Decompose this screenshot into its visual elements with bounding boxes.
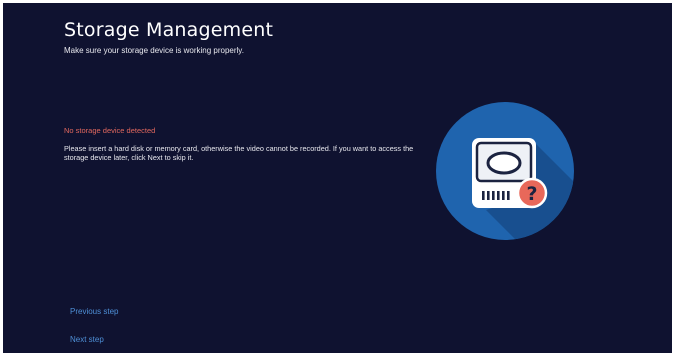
storage-illustration: ? [436,102,574,240]
question-mark-icon: ? [526,183,537,205]
instruction-text: Please insert a hard disk or memory card… [64,144,414,162]
previous-step-button[interactable]: Previous step [70,307,118,316]
page-subtitle: Make sure your storage device is working… [64,46,244,55]
setup-screen: Storage Management Make sure your storag… [3,3,672,353]
hard-disk-question-icon: ? [436,102,574,240]
page-title: Storage Management [64,19,274,41]
next-step-button[interactable]: Next step [70,335,104,344]
error-message: No storage device detected [64,126,156,135]
